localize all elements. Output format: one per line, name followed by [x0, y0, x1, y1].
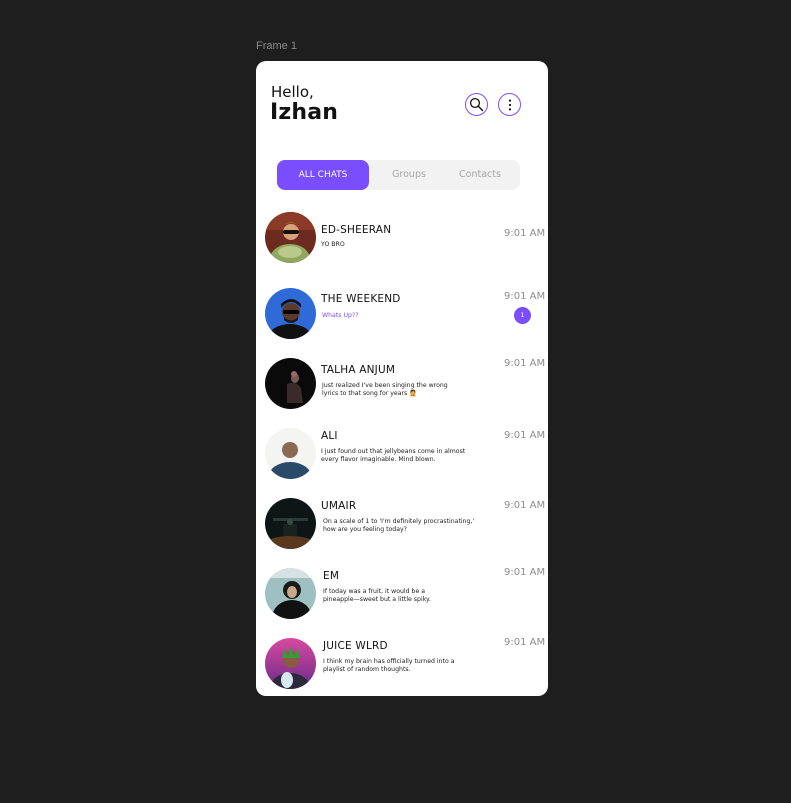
chat-last-message: Whats Up?? [322, 312, 359, 319]
chat-name: EM [323, 570, 340, 582]
greeting: Hello, [271, 83, 314, 101]
chat-item-the-weekend[interactable]: THE WEEKEND Whats Up?? 9:01 AM 1 [256, 287, 548, 342]
avatar-photo [265, 638, 316, 689]
frame-label: Frame 1 [256, 40, 297, 52]
chat-last-message: I think my brain has officially turned i… [323, 658, 455, 673]
avatar-photo [265, 568, 316, 619]
chat-name: ALI [321, 430, 338, 442]
tab-all-chats[interactable]: ALL CHATS [277, 160, 369, 190]
avatar-photo [265, 212, 316, 263]
more-options-button[interactable] [498, 93, 521, 116]
chat-time: 9:01 AM [504, 500, 546, 511]
chat-last-message: On a scale of 1 to 'I'm definitely procr… [323, 518, 475, 533]
chat-name: TALHA ANJUM [321, 364, 396, 376]
chat-item-em[interactable]: EM If today was a fruit, it would be a p… [256, 567, 548, 622]
chat-item-juice-wlrd[interactable]: JUICE WLRD I think my brain has official… [256, 637, 548, 692]
avatar-photo [265, 498, 316, 549]
chat-item-ed-sheeran[interactable]: ED-SHEERAN YO BRO 9:01 AM [256, 211, 548, 266]
tab-contacts[interactable]: Contacts [454, 160, 506, 190]
user-name: Izhan [270, 100, 339, 125]
avatar [265, 638, 316, 689]
avatar [265, 568, 316, 619]
chat-time: 9:01 AM [504, 358, 546, 369]
avatar-photo [265, 288, 316, 339]
chat-item-ali[interactable]: ALI I just found out that jellybeans com… [256, 427, 548, 482]
chat-name: ED-SHEERAN [321, 224, 392, 236]
chat-last-message: If today was a fruit, it would be a pine… [323, 588, 431, 603]
avatar [265, 288, 316, 339]
search-icon [469, 97, 484, 112]
chat-last-message: Just realized I've been singing the wron… [322, 382, 448, 397]
search-button[interactable] [465, 93, 488, 116]
chat-time: 9:01 AM [504, 291, 546, 302]
avatar [265, 428, 316, 479]
chat-last-message: I just found out that jellybeans come in… [321, 448, 466, 463]
unread-count-badge: 1 [514, 307, 531, 324]
chat-item-umair[interactable]: UMAIR On a scale of 1 to 'I'm definitely… [256, 497, 548, 552]
chat-name: UMAIR [321, 500, 357, 512]
chat-time: 9:01 AM [504, 228, 546, 239]
chat-time: 9:01 AM [504, 637, 546, 648]
chat-last-message: YO BRO [321, 241, 345, 248]
chat-app-screen: Hello, Izhan ALL CHATS Groups Contacts E… [256, 61, 548, 696]
avatar [265, 358, 316, 409]
chat-time: 9:01 AM [504, 567, 546, 578]
chat-item-talha-anjum[interactable]: TALHA ANJUM Just realized I've been sing… [256, 357, 548, 412]
avatar [265, 212, 316, 263]
chat-tabs: ALL CHATS Groups Contacts [277, 160, 520, 190]
more-vertical-icon [508, 99, 511, 110]
avatar-photo [265, 358, 316, 409]
chat-name: JUICE WLRD [323, 640, 388, 652]
avatar [265, 498, 316, 549]
chat-name: THE WEEKEND [321, 293, 401, 305]
chat-time: 9:01 AM [504, 430, 546, 441]
avatar-photo [265, 428, 316, 479]
tab-groups[interactable]: Groups [385, 160, 433, 190]
